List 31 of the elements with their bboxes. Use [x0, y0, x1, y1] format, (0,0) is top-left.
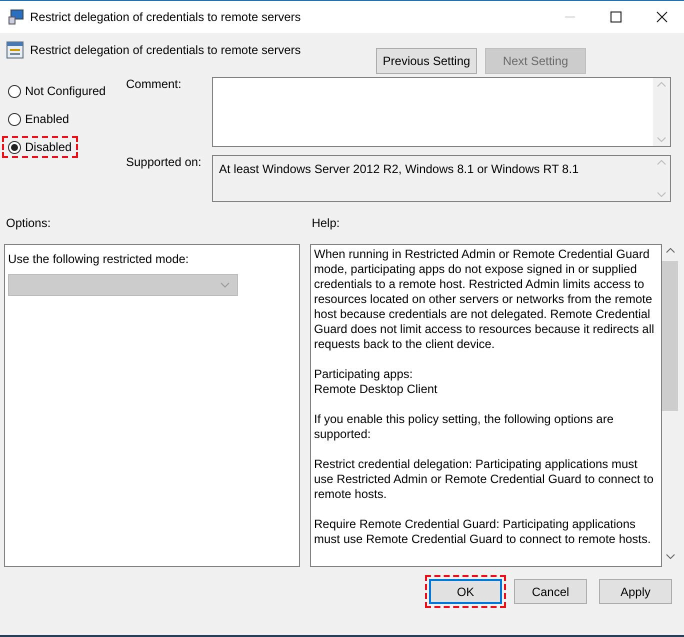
help-label: Help:	[312, 216, 340, 232]
radio-button[interactable]	[8, 112, 21, 126]
dialog-button[interactable]: OK	[429, 579, 502, 604]
dialog-button[interactable]: Cancel	[514, 579, 587, 604]
radio-button[interactable]	[8, 140, 21, 154]
options-label: Options:	[6, 216, 51, 232]
chevron-down-icon	[220, 282, 230, 288]
comment-label: Comment:	[126, 77, 182, 93]
window-title: Restrict delegation of credentials to remote servers	[30, 10, 301, 24]
scrollbar-thumb[interactable]	[662, 261, 678, 411]
help-text: When running in Restricted Admin or Remote Credential Guard mode, participating apps do not expose signed in or supplied credentials to a remote host. Restricted Admin limits access to resources located on other servers or networks from the remote host because credentials are not delegated. Remote Credential Guard does not limit access to resources because it redirects all requests back to the client device.	[314, 247, 656, 352]
radio-button[interactable]	[8, 84, 21, 98]
computer-icon	[8, 9, 24, 25]
mode-label: Use the following restricted mode:	[8, 252, 190, 266]
policy-title: Restrict delegation of credentials to remote servers	[30, 42, 301, 57]
help-text: Restrict credential delegation: Participating applications must use Restricted Admin or Remote Credential Guard to connect to remote hosts.	[314, 457, 655, 502]
maximize-icon[interactable]	[610, 11, 622, 23]
help-text: Require Remote Credential Guard: Participating applications must use Remote Credential Guard to connect to remote hosts.	[314, 517, 652, 547]
radio-label[interactable]: Enabled	[25, 112, 70, 126]
policy-icon	[6, 41, 24, 59]
scroll-down-icon[interactable]	[666, 554, 674, 559]
radio-label[interactable]: Not Configured	[25, 84, 106, 98]
dialog-button[interactable]: Apply	[599, 579, 672, 604]
help-text: Participating apps: Remote Desktop Client	[314, 367, 438, 397]
help-text: If you enable this policy setting, the following options are supported:	[314, 412, 615, 442]
supported-on-field: At least Windows Server 2012 R2, Windows 8.1 or Windows RT 8.1	[212, 155, 671, 202]
setting-nav-button[interactable]: Previous Setting	[376, 48, 477, 74]
supported-on-label: Supported on:	[126, 155, 202, 171]
radio-label[interactable]: Disabled	[25, 140, 72, 154]
close-icon[interactable]	[656, 11, 668, 23]
scroll-up-icon[interactable]	[666, 248, 674, 253]
